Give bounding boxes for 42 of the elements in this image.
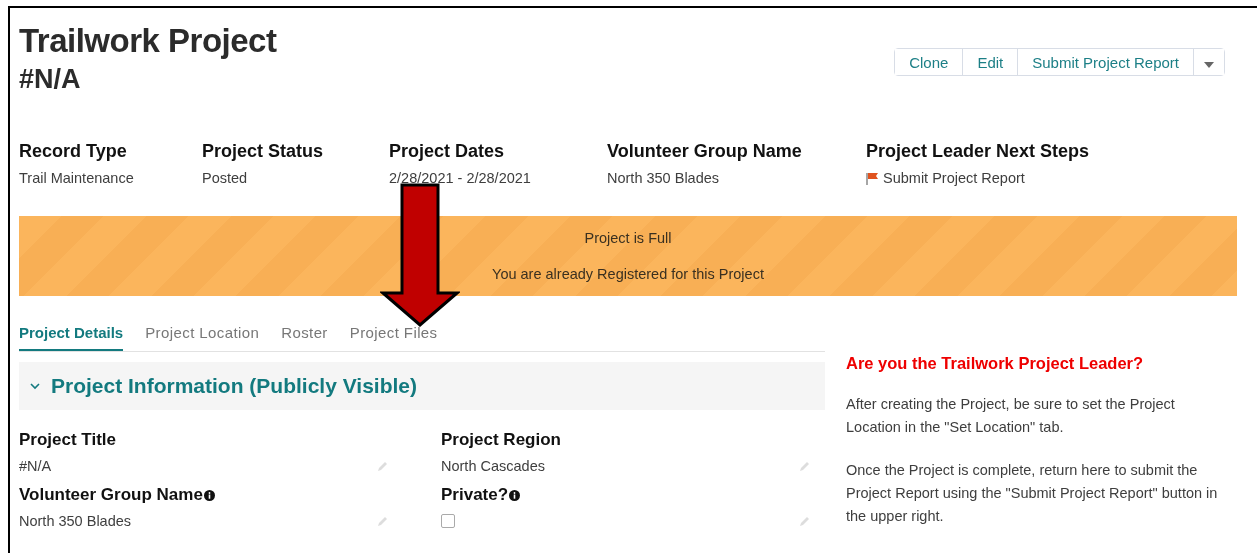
field-label: Private? bbox=[441, 485, 509, 505]
help-title: Are you the Trailwork Project Leader? bbox=[846, 354, 1145, 373]
field-value: North 350 Blades bbox=[607, 170, 720, 186]
field-label: Volunteer Group Name bbox=[607, 141, 803, 162]
tab[interactable]: Project Location bbox=[145, 320, 260, 351]
page-title: Trailwork Project bbox=[19, 22, 277, 60]
down-arrow-icon bbox=[380, 183, 460, 328]
field-label: Project Leader Next Steps bbox=[866, 141, 1090, 162]
field-label: Project Region bbox=[441, 430, 561, 450]
field-label: Record Type bbox=[19, 141, 128, 162]
banner-text: You are already Registered for this Project bbox=[492, 266, 764, 282]
help-text: Once the Project is complete, return here to submit the Project Report using the "Submit Project Report" button in the upper right. bbox=[846, 461, 1219, 526]
info-icon bbox=[509, 489, 521, 501]
record-number: #N/A bbox=[19, 64, 82, 95]
field-value: North Cascades bbox=[441, 458, 545, 474]
pencil-icon[interactable] bbox=[377, 515, 389, 527]
field-label: Project Dates bbox=[389, 141, 506, 162]
pencil-icon[interactable] bbox=[799, 460, 811, 472]
flag-icon bbox=[866, 171, 879, 185]
field-value: Submit Project Report bbox=[883, 170, 1025, 186]
info-icon bbox=[203, 489, 215, 501]
help-text: After creating the Project, be sure to set the Project Location in the "Set Location" tab. bbox=[846, 395, 1176, 437]
pencil-icon[interactable] bbox=[377, 460, 389, 472]
field-label: Project Title bbox=[19, 430, 116, 450]
action-button[interactable]: Clone bbox=[895, 49, 964, 75]
caret-icon bbox=[1204, 61, 1214, 68]
chevron-icon bbox=[29, 382, 41, 390]
field-label: Project Status bbox=[202, 141, 325, 162]
field-label: Volunteer Group Name bbox=[19, 485, 203, 505]
field-value: North 350 Blades bbox=[19, 513, 132, 529]
section-header[interactable]: Project Information (Publicly Visible) bbox=[19, 362, 825, 410]
checkbox[interactable] bbox=[441, 514, 455, 528]
tab[interactable]: Project Details bbox=[19, 320, 124, 351]
section-title: Project Information (Publicly Visible) bbox=[51, 374, 417, 398]
banner-text: Project is Full bbox=[584, 230, 672, 246]
field-value: #N/A bbox=[19, 458, 52, 474]
field-value: Posted bbox=[202, 170, 248, 186]
pencil-icon[interactable] bbox=[799, 515, 811, 527]
field-value: 2/28/2021 - 2/28/2021 bbox=[389, 170, 531, 186]
field-value: Trail Maintenance bbox=[19, 170, 134, 186]
tab[interactable]: Roster bbox=[281, 320, 328, 351]
tab[interactable]: Project Files bbox=[349, 320, 438, 351]
